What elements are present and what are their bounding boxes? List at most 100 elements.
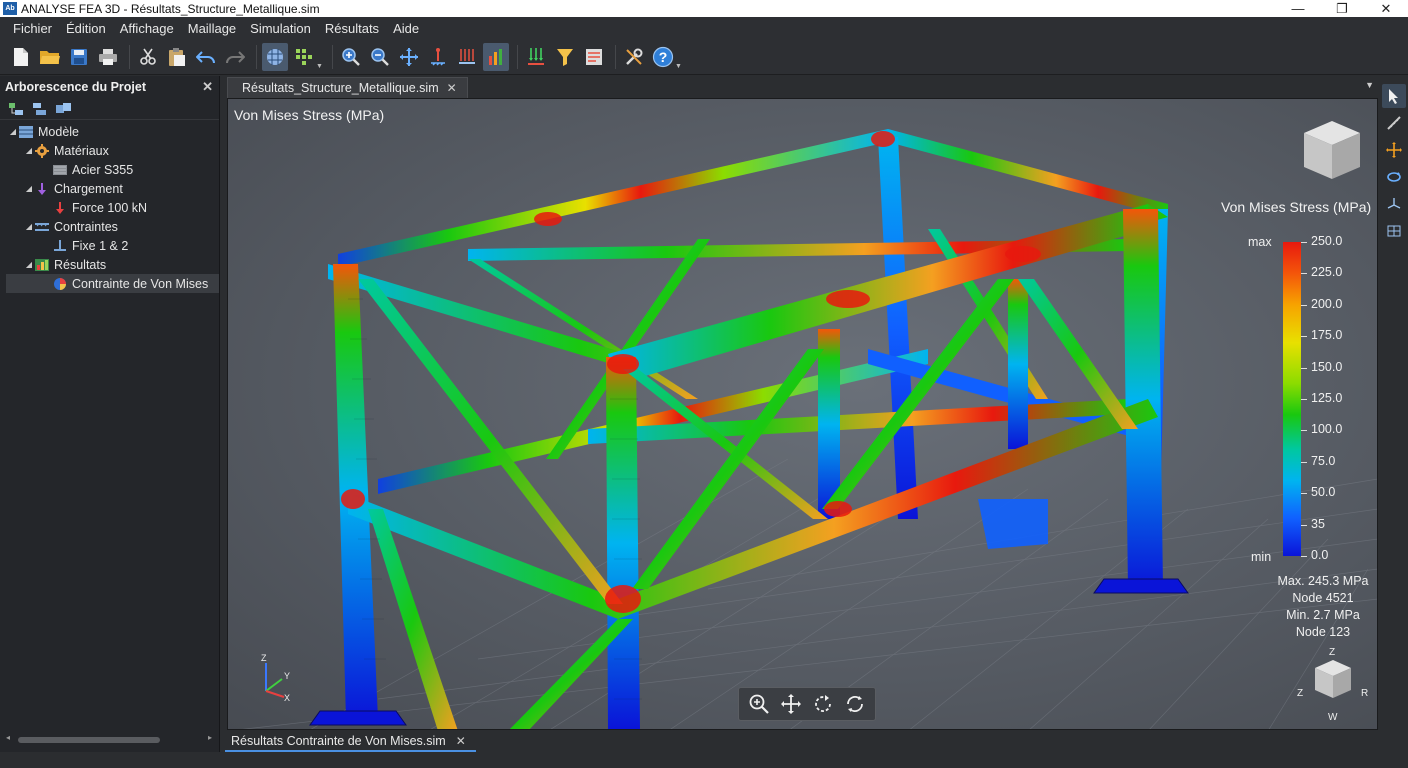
apply-force-icon[interactable] xyxy=(523,43,549,71)
chevron-down-icon[interactable]: ▼ xyxy=(675,63,682,74)
axis-label-z: Z xyxy=(261,653,267,663)
legend-tick xyxy=(1301,336,1307,338)
zoom-out-icon[interactable] xyxy=(367,43,393,71)
orientation-cube[interactable]: Z Z R W xyxy=(1293,644,1378,726)
horizontal-scrollbar[interactable]: ◂ ▸ xyxy=(6,733,212,744)
document-tab-label: Résultats_Structure_Metallique.sim xyxy=(242,81,439,95)
report-icon[interactable] xyxy=(581,43,607,71)
steel-material-icon xyxy=(52,163,68,177)
menu-edition[interactable]: Édition xyxy=(59,21,113,36)
tree-item-materiaux[interactable]: ◢ Matériaux xyxy=(0,141,219,160)
menu-simulation[interactable]: Simulation xyxy=(243,21,318,36)
toolbar-separator xyxy=(614,45,616,69)
tree-item-von-mises[interactable]: Contrainte de Von Mises xyxy=(6,274,219,293)
legend-tick xyxy=(1301,493,1307,495)
maximize-button[interactable]: ❐ xyxy=(1320,0,1364,17)
view-cube[interactable] xyxy=(1300,117,1364,183)
menu-aide[interactable]: Aide xyxy=(386,21,426,36)
3d-viewport[interactable]: Von Mises Stress (MPa) Z Y X Von Mises S… xyxy=(227,98,1378,730)
filter-tree-icon[interactable] xyxy=(54,101,74,117)
legend-value-label: 200.0 xyxy=(1311,296,1343,311)
tree-item-resultats[interactable]: ◢ Résultats xyxy=(0,255,219,274)
scroll-right-icon[interactable]: ▸ xyxy=(208,733,212,742)
pan-icon[interactable] xyxy=(777,690,805,718)
results-tab[interactable]: Résultats Contrainte de Von Mises.sim ✕ xyxy=(225,731,476,752)
materials-icon xyxy=(34,143,50,158)
zoom-in-icon[interactable] xyxy=(338,43,364,71)
constraint-icon[interactable] xyxy=(425,43,451,71)
help-icon[interactable]: ? xyxy=(650,43,676,71)
chevron-down-icon[interactable]: ◢ xyxy=(24,260,34,269)
chevron-down-icon[interactable]: ◢ xyxy=(24,222,34,231)
chevron-down-icon[interactable]: ▼ xyxy=(1365,80,1374,90)
cut-icon[interactable] xyxy=(135,43,161,71)
close-icon[interactable]: ✕ xyxy=(456,734,466,748)
expand-tree-icon[interactable] xyxy=(6,101,26,117)
legend-tick xyxy=(1301,461,1307,463)
rotate-view-icon[interactable] xyxy=(1382,165,1406,189)
tree-item-label: Matériaux xyxy=(54,143,109,158)
rotate-icon[interactable] xyxy=(809,690,837,718)
toolbar-separator xyxy=(331,45,333,69)
load-icon[interactable] xyxy=(454,43,480,71)
cube-label-bottom: W xyxy=(1328,712,1338,723)
von-mises-result-icon xyxy=(52,277,68,291)
undo-icon[interactable] xyxy=(193,43,219,71)
filter-icon[interactable] xyxy=(552,43,578,71)
status-bar xyxy=(0,752,1408,768)
mesh-view-icon[interactable] xyxy=(1382,219,1406,243)
legend-value-label: 225.0 xyxy=(1311,265,1343,280)
results-icon[interactable] xyxy=(482,43,509,71)
pan-icon[interactable] xyxy=(396,43,422,71)
scroll-left-icon[interactable]: ◂ xyxy=(6,733,10,742)
cube-label-right: R xyxy=(1361,688,1368,699)
menu-affichage[interactable]: Affichage xyxy=(113,21,181,36)
close-button[interactable]: ✕ xyxy=(1364,0,1408,17)
panel-toolbar xyxy=(0,98,219,120)
minimize-button[interactable]: — xyxy=(1276,0,1320,17)
mesh-settings-icon[interactable] xyxy=(291,43,317,71)
scrollbar-thumb[interactable] xyxy=(18,737,160,743)
section-plane-icon[interactable] xyxy=(1382,192,1406,216)
tree-item-contraintes[interactable]: ◢ Contraintes xyxy=(0,217,219,236)
menu-resultats[interactable]: Résultats xyxy=(318,21,386,36)
toolbar-separator xyxy=(129,45,130,69)
tree-item-fixe[interactable]: Fixe 1 & 2 xyxy=(0,236,219,255)
menu-maillage[interactable]: Maillage xyxy=(181,21,243,36)
title-bar: Ab ANALYSE FEA 3D - Résultats_Structure_… xyxy=(0,0,1408,17)
close-icon[interactable]: ✕ xyxy=(447,81,457,95)
orbit-icon[interactable] xyxy=(841,690,869,718)
tree-item-modele[interactable]: ◢ Modèle xyxy=(0,122,219,141)
chevron-down-icon[interactable]: ◢ xyxy=(24,146,34,155)
new-file-icon[interactable] xyxy=(8,43,34,71)
collapse-tree-icon[interactable] xyxy=(30,101,50,117)
chevron-down-icon[interactable]: ▼ xyxy=(316,63,323,74)
legend-max-label: max xyxy=(1248,235,1272,249)
paste-icon[interactable] xyxy=(164,43,190,71)
legend-tick xyxy=(1301,242,1307,243)
print-icon[interactable] xyxy=(95,43,121,71)
tree-item-chargement[interactable]: ◢ Chargement xyxy=(0,179,219,198)
select-cursor-icon[interactable] xyxy=(1382,84,1406,108)
legend-tick xyxy=(1301,273,1307,275)
chevron-down-icon[interactable]: ◢ xyxy=(24,184,34,193)
tools-icon[interactable] xyxy=(621,43,647,71)
legend-value-label: 50.0 xyxy=(1311,485,1336,500)
mesh-icon[interactable] xyxy=(262,43,288,71)
zoom-icon[interactable] xyxy=(745,690,773,718)
tree-item-acier[interactable]: Acier S355 xyxy=(0,160,219,179)
open-folder-icon[interactable] xyxy=(37,43,63,71)
menu-fichier[interactable]: Fichier xyxy=(6,21,59,36)
model-icon xyxy=(18,125,34,139)
chevron-down-icon[interactable]: ◢ xyxy=(8,127,18,136)
document-tab[interactable]: Résultats_Structure_Metallique.sim ✕ xyxy=(227,77,468,98)
measure-icon[interactable] xyxy=(1382,111,1406,135)
redo-icon[interactable] xyxy=(222,43,248,71)
close-icon[interactable]: ✕ xyxy=(202,79,213,95)
save-icon[interactable] xyxy=(66,43,92,71)
tree-item-force[interactable]: Force 100 kN xyxy=(0,198,219,217)
legend-min-label: min xyxy=(1251,550,1272,564)
legend-value-label: 250.0 xyxy=(1311,234,1343,248)
move-icon[interactable] xyxy=(1382,138,1406,162)
legend-value-label: 150.0 xyxy=(1311,359,1343,374)
